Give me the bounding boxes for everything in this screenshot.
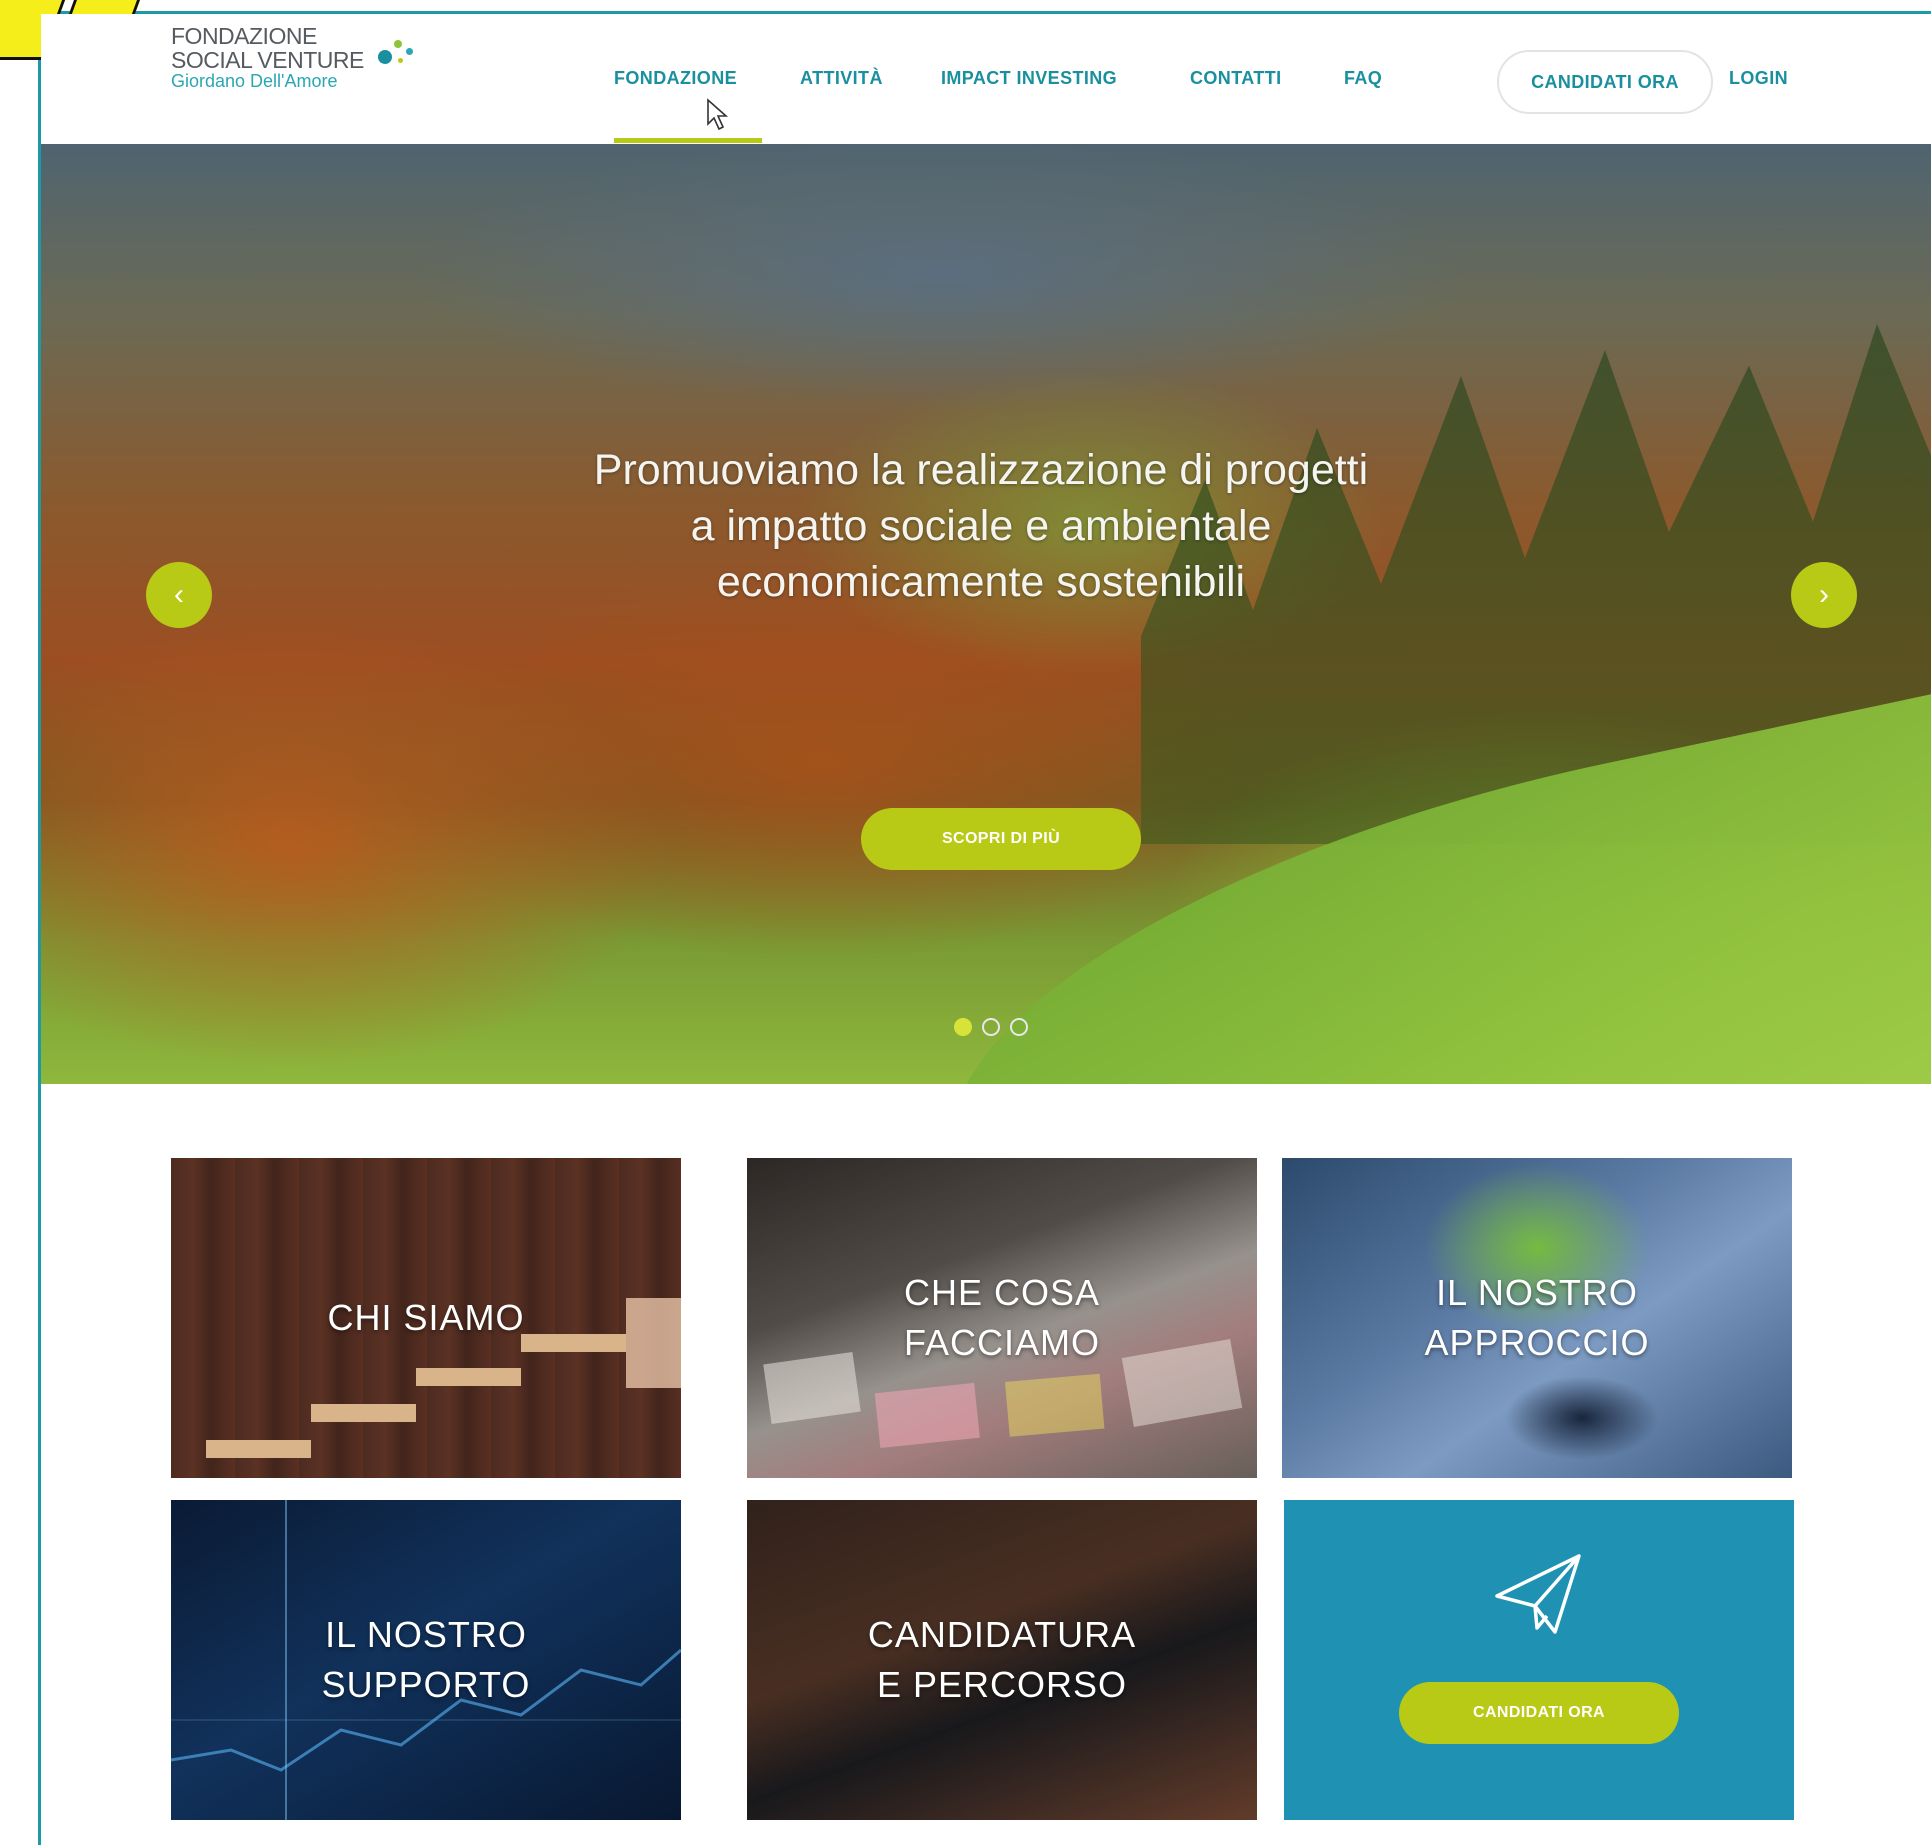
tile-il-nostro-supporto[interactable]: IL NOSTRO SUPPORTO xyxy=(171,1500,681,1820)
tile-title-line: APPROCCIO xyxy=(1424,1322,1650,1363)
tile-title-line: CHI SIAMO xyxy=(327,1297,525,1338)
tile-chi-siamo[interactable]: CHI SIAMO xyxy=(171,1158,681,1478)
tile-title: CHE COSA FACCIAMO xyxy=(904,1268,1100,1368)
slider-dot-3[interactable] xyxy=(1010,1018,1028,1036)
tile-che-cosa-facciamo[interactable]: CHE COSA FACCIAMO xyxy=(747,1158,1257,1478)
tile-title-line: E PERCORSO xyxy=(876,1664,1128,1705)
window-top-border xyxy=(0,0,1931,14)
tile-title-line: IL NOSTRO xyxy=(1436,1272,1638,1313)
tile-title-line: CHE COSA xyxy=(903,1272,1101,1313)
tile-title-line: IL NOSTRO xyxy=(325,1614,527,1655)
chevron-right-icon: › xyxy=(1819,578,1829,611)
paper-plane-icon xyxy=(1495,1554,1581,1634)
tile-candidatura-e-percorso[interactable]: CANDIDATURA E PERCORSO xyxy=(747,1500,1257,1820)
slider-prev-button[interactable]: ‹ xyxy=(146,562,212,628)
slider-dot-1[interactable] xyxy=(954,1018,972,1036)
nav-item-contatti[interactable]: CONTATTI xyxy=(1190,68,1282,89)
login-link[interactable]: LOGIN xyxy=(1729,68,1788,89)
tile-apply-button[interactable]: CANDIDATI ORA xyxy=(1399,1682,1679,1744)
tile-title-line: SUPPORTO xyxy=(321,1664,531,1705)
hero-slider: Promuoviamo la realizzazione di progetti… xyxy=(41,144,1931,1084)
tile-title: CHI SIAMO xyxy=(327,1293,524,1343)
tile-title: CANDIDATURA E PERCORSO xyxy=(868,1610,1136,1710)
hero-headline-line: Promuoviamo la realizzazione di progetti xyxy=(593,446,1369,494)
nav-item-impact-investing[interactable]: IMPACT INVESTING xyxy=(941,68,1117,89)
tile-title: IL NOSTRO APPROCCIO xyxy=(1424,1268,1649,1368)
hero-headline-line: a impatto sociale e ambientale xyxy=(690,502,1272,550)
hero-headline-line: economicamente sostenibili xyxy=(716,558,1246,606)
apply-now-button[interactable]: CANDIDATI ORA xyxy=(1497,50,1713,114)
tile-apply: CANDIDATI ORA xyxy=(1284,1500,1794,1820)
discover-more-button[interactable]: SCOPRI DI PIÙ xyxy=(861,808,1141,870)
mouse-cursor-icon xyxy=(707,98,729,131)
chevron-left-icon: ‹ xyxy=(174,578,184,611)
nav-active-indicator xyxy=(614,138,762,143)
slider-pagination xyxy=(954,1018,1028,1038)
slider-next-button[interactable]: › xyxy=(1791,562,1857,628)
tile-title-line: CANDIDATURA xyxy=(867,1614,1137,1655)
nav-item-faq[interactable]: FAQ xyxy=(1344,68,1382,89)
hero-headline: Promuoviamo la realizzazione di progetti… xyxy=(521,442,1441,610)
tile-title-line: FACCIAMO xyxy=(903,1322,1100,1363)
slider-dot-2[interactable] xyxy=(982,1018,1000,1036)
nav-item-fondazione[interactable]: FONDAZIONE xyxy=(614,68,737,89)
tile-title: IL NOSTRO SUPPORTO xyxy=(322,1610,531,1710)
tile-il-nostro-approccio[interactable]: IL NOSTRO APPROCCIO xyxy=(1282,1158,1792,1478)
nav-item-attivita[interactable]: ATTIVITÀ xyxy=(800,68,883,89)
